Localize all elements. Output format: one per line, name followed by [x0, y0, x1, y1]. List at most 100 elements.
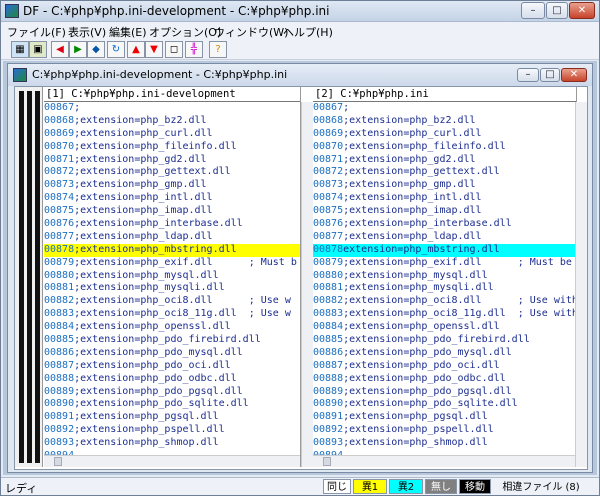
- refresh-icon[interactable]: ↻: [107, 41, 125, 58]
- code-line[interactable]: 00881;extension=php_mysqli.dll: [44, 282, 300, 295]
- code-line[interactable]: 00872;extension=php_gettext.dll: [313, 166, 576, 179]
- line-text: ;extension=php_pdo_pgsql.dll: [74, 385, 243, 397]
- left-horizontal-scrollbar[interactable]: [44, 455, 300, 467]
- code-line[interactable]: 00877;extension=php_ldap.dll: [313, 231, 576, 244]
- code-line[interactable]: 00890;extension=php_pdo_sqlite.dll: [44, 398, 300, 411]
- code-line[interactable]: 00879;extension=php_exif.dll ; Must be a…: [313, 257, 576, 270]
- select-files-icon[interactable]: ▣: [29, 41, 47, 58]
- code-line[interactable]: 00886;extension=php_pdo_mysql.dll: [313, 347, 576, 360]
- code-line[interactable]: 00879;extension=php_exif.dll ; Must b: [44, 257, 300, 270]
- code-line[interactable]: 00875;extension=php_imap.dll: [44, 205, 300, 218]
- code-line[interactable]: 00867;: [313, 102, 576, 115]
- close-button[interactable]: ✕: [569, 2, 595, 19]
- code-line[interactable]: 00868;extension=php_bz2.dll: [44, 115, 300, 128]
- menu-edit[interactable]: 編集(E): [109, 24, 147, 40]
- code-line[interactable]: 00888;extension=php_pdo_odbc.dll: [313, 373, 576, 386]
- right-scroll-thumb[interactable]: [323, 457, 331, 466]
- code-line[interactable]: 00877;extension=php_ldap.dll: [44, 231, 300, 244]
- code-line[interactable]: 00867;: [44, 102, 300, 115]
- code-line[interactable]: 00878extension=php_mbstring.dll: [313, 243, 576, 257]
- right-file-pane[interactable]: [2] C:¥php¥php.ini 00867; 00868;extension…: [313, 87, 577, 467]
- prev-diff-icon[interactable]: ◀: [51, 41, 69, 58]
- compare-window: C:¥php¥php.ini-development - C:¥php¥php.…: [7, 63, 593, 473]
- menu-options[interactable]: オプション(O): [149, 24, 221, 40]
- code-line[interactable]: 00884;extension=php_openssl.dll: [313, 321, 576, 334]
- compare-window-title-bar[interactable]: C:¥php¥php.ini-development - C:¥php¥php.…: [8, 64, 592, 86]
- code-line[interactable]: 00882;extension=php_oci8.dll ; Use w: [44, 295, 300, 308]
- new-window-icon[interactable]: ◻: [165, 41, 183, 58]
- code-line[interactable]: 00872;extension=php_gettext.dll: [44, 166, 300, 179]
- line-text: ;extension=php_pgsql.dll: [74, 411, 219, 423]
- line-number: 00867: [313, 102, 344, 113]
- code-line[interactable]: 00888;extension=php_pdo_odbc.dll: [44, 373, 300, 386]
- split-icon[interactable]: ╬: [185, 41, 203, 58]
- code-line[interactable]: 00883;extension=php_oci8_11g.dll ; Use w: [44, 308, 300, 321]
- code-line[interactable]: 00876;extension=php_interbase.dll: [313, 218, 576, 231]
- code-line[interactable]: 00885;extension=php_pdo_firebird.dll: [313, 334, 576, 347]
- line-number: 00876: [44, 218, 75, 230]
- maximize-button[interactable]: □: [546, 2, 568, 19]
- line-text: ;extension=php_shmop.dll: [74, 437, 219, 449]
- code-line[interactable]: 00891;extension=php_pgsql.dll: [313, 411, 576, 424]
- code-line[interactable]: 00891;extension=php_pgsql.dll: [44, 411, 300, 424]
- right-horizontal-scrollbar[interactable]: [313, 455, 576, 467]
- code-line[interactable]: 00873;extension=php_gmp.dll: [313, 179, 576, 192]
- code-line[interactable]: 00874;extension=php_intl.dll: [313, 192, 576, 205]
- legend-same: 同じ: [323, 479, 351, 494]
- copy-left-icon[interactable]: ▼: [145, 41, 163, 58]
- left-vertical-scrollbar[interactable]: [301, 102, 313, 467]
- line-text: ;: [74, 102, 81, 113]
- diff-overview-bar[interactable]: [15, 87, 43, 467]
- child-maximize-button[interactable]: □: [540, 68, 560, 82]
- code-line[interactable]: 00869;extension=php_curl.dll: [44, 128, 300, 141]
- code-line[interactable]: 00871;extension=php_gd2.dll: [44, 154, 300, 167]
- code-line[interactable]: 00890;extension=php_pdo_sqlite.dll: [313, 398, 576, 411]
- code-line[interactable]: 00868;extension=php_bz2.dll: [313, 115, 576, 128]
- code-line[interactable]: 00870;extension=php_fileinfo.dll: [44, 141, 300, 154]
- code-line[interactable]: 00893;extension=php_shmop.dll: [44, 437, 300, 450]
- code-line[interactable]: 00889;extension=php_pdo_pgsql.dll: [313, 386, 576, 399]
- code-line[interactable]: 00881;extension=php_mysqli.dll: [313, 282, 576, 295]
- child-close-button[interactable]: ✕: [561, 68, 587, 82]
- code-line[interactable]: 00884;extension=php_openssl.dll: [44, 321, 300, 334]
- open-compare-icon[interactable]: ▦: [11, 41, 29, 58]
- code-line[interactable]: 00883;extension=php_oci8_11g.dll ; Use w…: [313, 308, 576, 321]
- code-line[interactable]: 00869;extension=php_curl.dll: [313, 128, 576, 141]
- left-file-pane[interactable]: [1] C:¥php¥php.ini-development 00867; 008…: [44, 87, 301, 467]
- menu-file[interactable]: ファイル(F): [7, 24, 66, 40]
- minimize-button[interactable]: –: [521, 2, 545, 19]
- line-text: ;extension=php_fileinfo.dll: [74, 140, 237, 152]
- code-line[interactable]: 00893;extension=php_shmop.dll: [313, 437, 576, 450]
- current-diff-icon[interactable]: ◆: [87, 41, 105, 58]
- code-line[interactable]: 00886;extension=php_pdo_mysql.dll: [44, 347, 300, 360]
- line-text: ;extension=php_mysql.dll: [343, 269, 488, 281]
- title-bar[interactable]: DF - C:¥php¥php.ini-development - C:¥php…: [1, 1, 599, 22]
- line-text: ;extension=php_pdo_mysql.dll: [343, 346, 512, 358]
- menu-view[interactable]: 表示(V): [68, 24, 106, 40]
- menu-help[interactable]: ヘルプ(H): [283, 24, 333, 40]
- help-icon[interactable]: ?: [209, 41, 227, 58]
- code-line[interactable]: 00875;extension=php_imap.dll: [313, 205, 576, 218]
- child-minimize-button[interactable]: –: [517, 68, 539, 82]
- copy-right-icon[interactable]: ▲: [127, 41, 145, 58]
- code-line[interactable]: 00880;extension=php_mysql.dll: [44, 270, 300, 283]
- code-line[interactable]: 00882;extension=php_oci8.dll ; Use with …: [313, 295, 576, 308]
- code-line[interactable]: 00878;extension=php_mbstring.dll: [44, 243, 300, 257]
- code-line[interactable]: 00870;extension=php_fileinfo.dll: [313, 141, 576, 154]
- code-line[interactable]: 00887;extension=php_pdo_oci.dll: [313, 360, 576, 373]
- code-line[interactable]: 00892;extension=php_pspell.dll: [44, 424, 300, 437]
- next-diff-icon[interactable]: ▶: [69, 41, 87, 58]
- code-line[interactable]: 00876;extension=php_interbase.dll: [44, 218, 300, 231]
- line-text: ;extension=php_pdo_pgsql.dll: [343, 385, 512, 397]
- code-line[interactable]: 00880;extension=php_mysql.dll: [313, 270, 576, 283]
- code-line[interactable]: 00885;extension=php_pdo_firebird.dll: [44, 334, 300, 347]
- right-vertical-scrollbar[interactable]: [575, 102, 587, 467]
- code-line[interactable]: 00871;extension=php_gd2.dll: [313, 154, 576, 167]
- code-line[interactable]: 00889;extension=php_pdo_pgsql.dll: [44, 386, 300, 399]
- left-scroll-thumb[interactable]: [54, 457, 62, 466]
- menu-window[interactable]: ウィンドウ(W): [214, 24, 288, 40]
- code-line[interactable]: 00892;extension=php_pspell.dll: [313, 424, 576, 437]
- code-line[interactable]: 00873;extension=php_gmp.dll: [44, 179, 300, 192]
- code-line[interactable]: 00874;extension=php_intl.dll: [44, 192, 300, 205]
- code-line[interactable]: 00887;extension=php_pdo_oci.dll: [44, 360, 300, 373]
